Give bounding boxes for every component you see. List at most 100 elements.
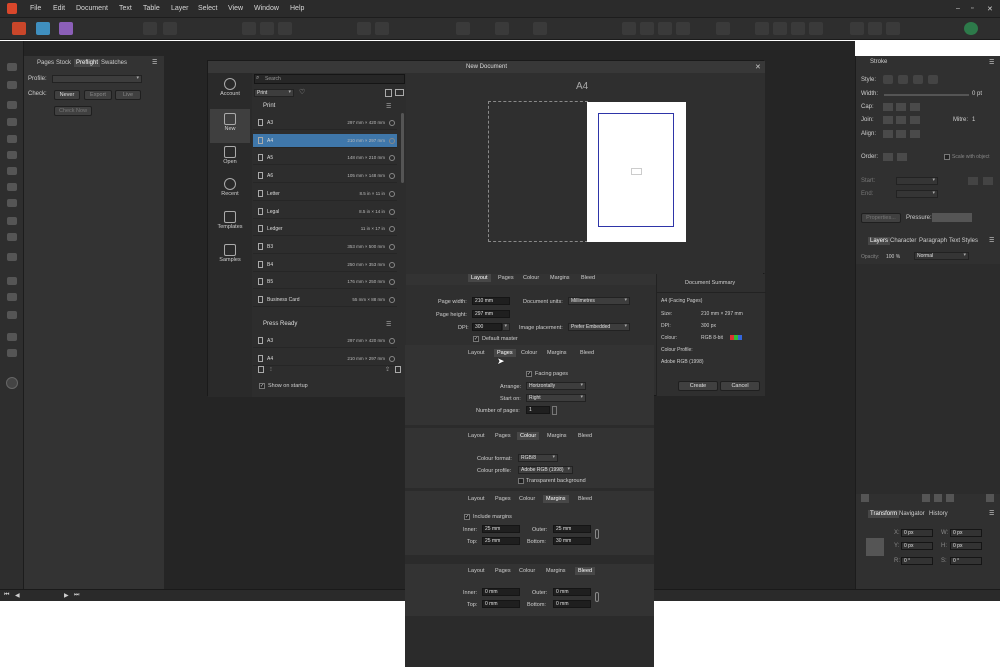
- menu-table[interactable]: Table: [143, 5, 160, 12]
- export-preset-icon[interactable]: ⇪: [385, 366, 390, 373]
- toolbar-button[interactable]: [850, 22, 864, 35]
- tab-bleed[interactable]: Bleed: [578, 496, 592, 502]
- favorite-filter-icon[interactable]: ♡: [299, 88, 305, 96]
- toolbar-button[interactable]: [143, 22, 157, 35]
- tab-margins[interactable]: Margins: [550, 275, 570, 281]
- join-bevel-icon[interactable]: [910, 116, 920, 124]
- preset-row[interactable]: Business Card 55 mm × 88 mm: [253, 293, 397, 307]
- opacity-value[interactable]: 100 %: [886, 254, 900, 260]
- tab-margins[interactable]: Margins: [546, 568, 566, 574]
- toolbar-button[interactable]: [278, 22, 292, 35]
- profile-select[interactable]: [52, 75, 142, 83]
- bleed-outer-field[interactable]: 0 mm: [553, 588, 591, 596]
- favorite-heart-icon[interactable]: [389, 261, 395, 268]
- sidebar-item-recent[interactable]: Recent: [210, 177, 250, 207]
- toolbar-button[interactable]: [163, 22, 177, 35]
- panel-menu-icon[interactable]: ☰: [152, 59, 157, 66]
- order-behind-icon[interactable]: [883, 153, 893, 161]
- toolbar-button[interactable]: [456, 22, 470, 35]
- table-tool-icon[interactable]: [7, 135, 17, 143]
- group-header-print[interactable]: Print: [253, 103, 397, 114]
- facing-pages-checkbox[interactable]: ✓: [526, 371, 532, 377]
- create-button[interactable]: Create: [678, 381, 718, 391]
- favorite-heart-icon[interactable]: [389, 226, 395, 233]
- margin-bottom-field[interactable]: 30 mm: [553, 537, 591, 545]
- blend-mode-select[interactable]: Normal: [914, 252, 969, 260]
- image-placement-select[interactable]: Prefer Embedded: [568, 323, 630, 331]
- tab-layout[interactable]: Layout: [468, 433, 485, 439]
- sidebar-item-samples[interactable]: Samples: [210, 243, 250, 273]
- layer-action-icon[interactable]: [934, 494, 942, 502]
- anchor-point-icon[interactable]: [866, 538, 884, 556]
- margin-top-field[interactable]: 25 mm: [482, 537, 520, 545]
- group-header-press-ready[interactable]: Press Ready: [253, 321, 397, 332]
- pen-tool-icon[interactable]: [7, 151, 17, 159]
- start-arrow-select[interactable]: [896, 177, 938, 185]
- layers-list[interactable]: [856, 264, 1000, 494]
- toolbar-button[interactable]: [533, 22, 547, 35]
- check-now-button[interactable]: Check Now: [54, 106, 92, 116]
- toolbar-button[interactable]: [375, 22, 389, 35]
- hand-tool-icon[interactable]: [7, 333, 17, 341]
- stroke-dashed-icon[interactable]: [913, 75, 923, 84]
- end-arrow-select[interactable]: [896, 190, 938, 198]
- first-page-icon[interactable]: ⏮: [4, 592, 9, 599]
- group-options-icon[interactable]: ☰: [386, 321, 391, 328]
- tab-layout[interactable]: Layout: [468, 350, 485, 356]
- preset-row[interactable]: A5 148 mm × 210 mm: [253, 151, 397, 166]
- tab-pages[interactable]: Pages: [498, 275, 514, 281]
- frame-text-tool-icon[interactable]: [7, 101, 17, 109]
- prev-page-icon[interactable]: ◀: [15, 592, 20, 599]
- join-round-icon[interactable]: [896, 116, 906, 124]
- dpi-field[interactable]: 300: [472, 323, 502, 331]
- color-picker-tool-icon[interactable]: [7, 311, 17, 319]
- join-miter-icon[interactable]: [883, 116, 893, 124]
- tab-colour[interactable]: Colour: [517, 432, 540, 440]
- minimize-icon[interactable]: –: [956, 5, 960, 12]
- panel-menu-icon[interactable]: ☰: [989, 237, 994, 244]
- bleed-inner-field[interactable]: 0 mm: [482, 588, 520, 596]
- tab-navigator[interactable]: Navigator: [899, 511, 925, 517]
- menu-file[interactable]: File: [30, 5, 41, 12]
- favorite-heart-icon[interactable]: [389, 190, 395, 197]
- toolbar-button[interactable]: [868, 22, 882, 35]
- tab-character[interactable]: Character: [890, 238, 916, 244]
- stroke-none-icon[interactable]: [883, 75, 893, 84]
- tab-colour[interactable]: Colour: [519, 568, 535, 574]
- publisher-persona-icon[interactable]: [12, 22, 26, 35]
- sidebar-item-new[interactable]: New: [210, 109, 250, 143]
- fill-tool-icon[interactable]: [7, 277, 17, 285]
- rectangle-tool-icon[interactable]: [7, 183, 17, 191]
- tab-swatches[interactable]: Swatches: [101, 60, 127, 66]
- panel-menu-icon[interactable]: ☰: [989, 59, 994, 66]
- tab-margins[interactable]: Margins: [547, 350, 567, 356]
- tab-layout[interactable]: Layout: [468, 496, 485, 502]
- start-on-select[interactable]: Right: [526, 394, 586, 402]
- page-width-field[interactable]: 210 mm: [472, 297, 510, 305]
- tab-stock[interactable]: Stock: [56, 60, 71, 66]
- sidebar-item-templates[interactable]: Templates: [210, 210, 250, 240]
- tab-bleed[interactable]: Bleed: [581, 275, 595, 281]
- maximize-icon[interactable]: ▫: [971, 5, 973, 12]
- favorite-heart-icon[interactable]: [389, 338, 395, 344]
- margin-inner-field[interactable]: 25 mm: [482, 525, 520, 533]
- cap-butt-icon[interactable]: [883, 103, 893, 111]
- dpi-select[interactable]: [502, 323, 510, 331]
- document-units-select[interactable]: Millimetres: [568, 297, 630, 305]
- layer-action-icon[interactable]: [922, 494, 930, 502]
- color-wheel-icon[interactable]: [6, 377, 18, 389]
- toolbar-button[interactable]: [658, 22, 672, 35]
- layer-action-icon[interactable]: [946, 494, 954, 502]
- s-field[interactable]: 0 °: [950, 557, 982, 565]
- arrow-swap-icon[interactable]: [983, 177, 993, 185]
- preset-row[interactable]: A3 297 mm × 420 mm: [253, 116, 397, 130]
- menu-help[interactable]: Help: [290, 5, 304, 12]
- preset-row[interactable]: B5 176 mm × 250 mm: [253, 275, 397, 290]
- menu-select[interactable]: Select: [198, 5, 217, 12]
- r-field[interactable]: 0 °: [901, 557, 933, 565]
- favorite-heart-icon[interactable]: [389, 120, 395, 126]
- margin-outer-field[interactable]: 25 mm: [553, 525, 591, 533]
- number-of-pages-field[interactable]: 1: [526, 406, 550, 414]
- colour-profile-select[interactable]: Adobe RGB (1998): [518, 466, 573, 474]
- designer-persona-icon[interactable]: [59, 22, 73, 35]
